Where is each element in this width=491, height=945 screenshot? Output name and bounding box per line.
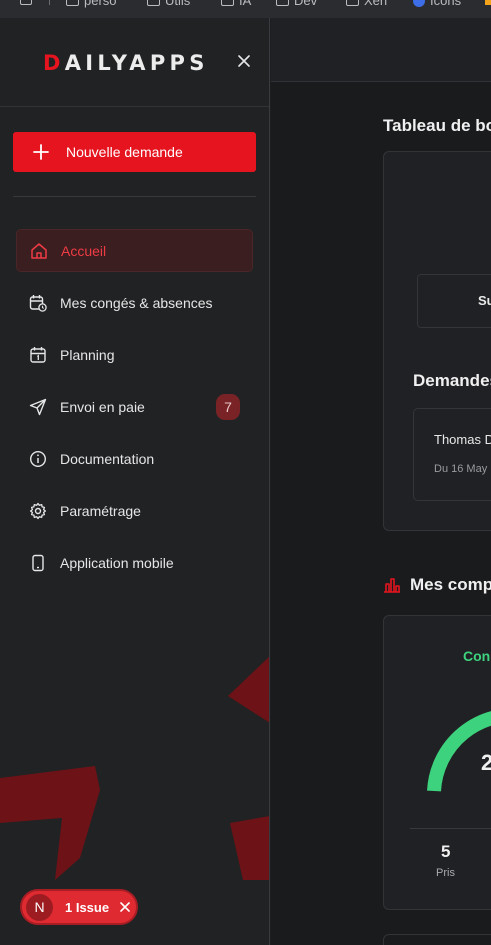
dev-issues-indicator[interactable]: N 1 Issue	[20, 889, 138, 925]
home-icon	[29, 241, 49, 261]
sidebar-item-application-mobile[interactable]: Application mobile	[16, 541, 253, 584]
card-divider	[410, 828, 491, 829]
close-sidebar-button[interactable]	[234, 51, 254, 71]
counter-type-label: Con	[463, 648, 491, 664]
calendar-clock-icon	[28, 293, 48, 313]
folder-icon	[346, 0, 359, 6]
folder-icon	[276, 0, 289, 6]
gauge-value: 2	[481, 750, 491, 775]
next-card	[383, 934, 491, 945]
bookmark-folder[interactable]: Xen	[346, 0, 387, 8]
apps-bookmark[interactable]	[20, 0, 32, 5]
folder-icon	[147, 0, 160, 6]
close-icon	[238, 55, 250, 67]
gear-icon	[28, 501, 48, 521]
sidebar-item-documentation[interactable]: Documentation	[16, 437, 253, 480]
info-icon	[28, 449, 48, 469]
bookmark-favicon-icon[interactable]	[485, 0, 491, 5]
request-card[interactable]: Thomas D Du 16 May	[413, 408, 491, 501]
pending-count-badge: 7	[216, 394, 240, 420]
main-content: Tableau de bo Su Demandes Thomas D Du 16…	[271, 18, 491, 945]
dismiss-issues-icon[interactable]	[119, 901, 131, 913]
sidebar-item-planning[interactable]: Planning	[16, 333, 253, 376]
calendar-icon	[28, 345, 48, 365]
requests-section-title: Demandes	[413, 371, 491, 390]
bar-chart-icon	[384, 578, 400, 593]
leave-counter-card: Con 2 5 Pris	[383, 615, 491, 910]
bookmark-folder[interactable]: Utils	[147, 0, 190, 8]
top-bar	[271, 18, 491, 82]
sidebar-item-parametrage[interactable]: Paramétrage	[16, 489, 253, 532]
sidebar: DAILYAPPS Nouvelle demande Accueil Mes c…	[0, 18, 270, 945]
smartphone-icon	[28, 553, 48, 573]
bookmarks-bar: perso Utils IA Dev Xen Icons	[0, 0, 491, 18]
issues-count-label: 1 Issue	[65, 899, 110, 915]
summary-box[interactable]: Su	[417, 274, 491, 328]
plus-icon	[33, 144, 49, 160]
bookmark-link[interactable]: Icons	[413, 0, 461, 8]
page-title: Tableau de bo	[383, 116, 491, 135]
taken-value: 5	[441, 842, 451, 861]
bookmark-folder[interactable]: IA	[221, 0, 251, 8]
folder-icon	[221, 0, 234, 6]
issues-avatar: N	[26, 893, 53, 921]
sidebar-item-conges[interactable]: Mes congés & absences	[16, 281, 253, 324]
sidebar-nav: Accueil Mes congés & absences Planning E…	[16, 229, 253, 593]
taken-label: Pris	[436, 867, 455, 879]
dashboard-card: Su Demandes Thomas D Du 16 May	[383, 151, 491, 531]
bookmark-folder[interactable]: perso	[66, 0, 117, 8]
folder-icon	[66, 0, 79, 6]
apps-grid-icon	[20, 0, 32, 5]
bookmark-separator	[49, 0, 50, 5]
request-employee-name: Thomas D	[434, 432, 491, 447]
send-icon	[28, 397, 48, 417]
new-request-button[interactable]: Nouvelle demande	[13, 132, 256, 172]
counters-section-title: Mes comp	[383, 575, 491, 595]
sidebar-divider	[13, 196, 256, 197]
sidebar-item-accueil[interactable]: Accueil	[16, 229, 253, 272]
dailyapps-logo[interactable]: DAILYAPPS	[43, 51, 209, 75]
sidebar-item-envoi-en-paie[interactable]: Envoi en paie 7	[16, 385, 253, 428]
globe-icon	[413, 0, 425, 7]
bookmark-folder[interactable]: Dev	[276, 0, 317, 8]
sidebar-header: DAILYAPPS	[0, 18, 269, 107]
request-date: Du 16 May	[434, 463, 488, 475]
